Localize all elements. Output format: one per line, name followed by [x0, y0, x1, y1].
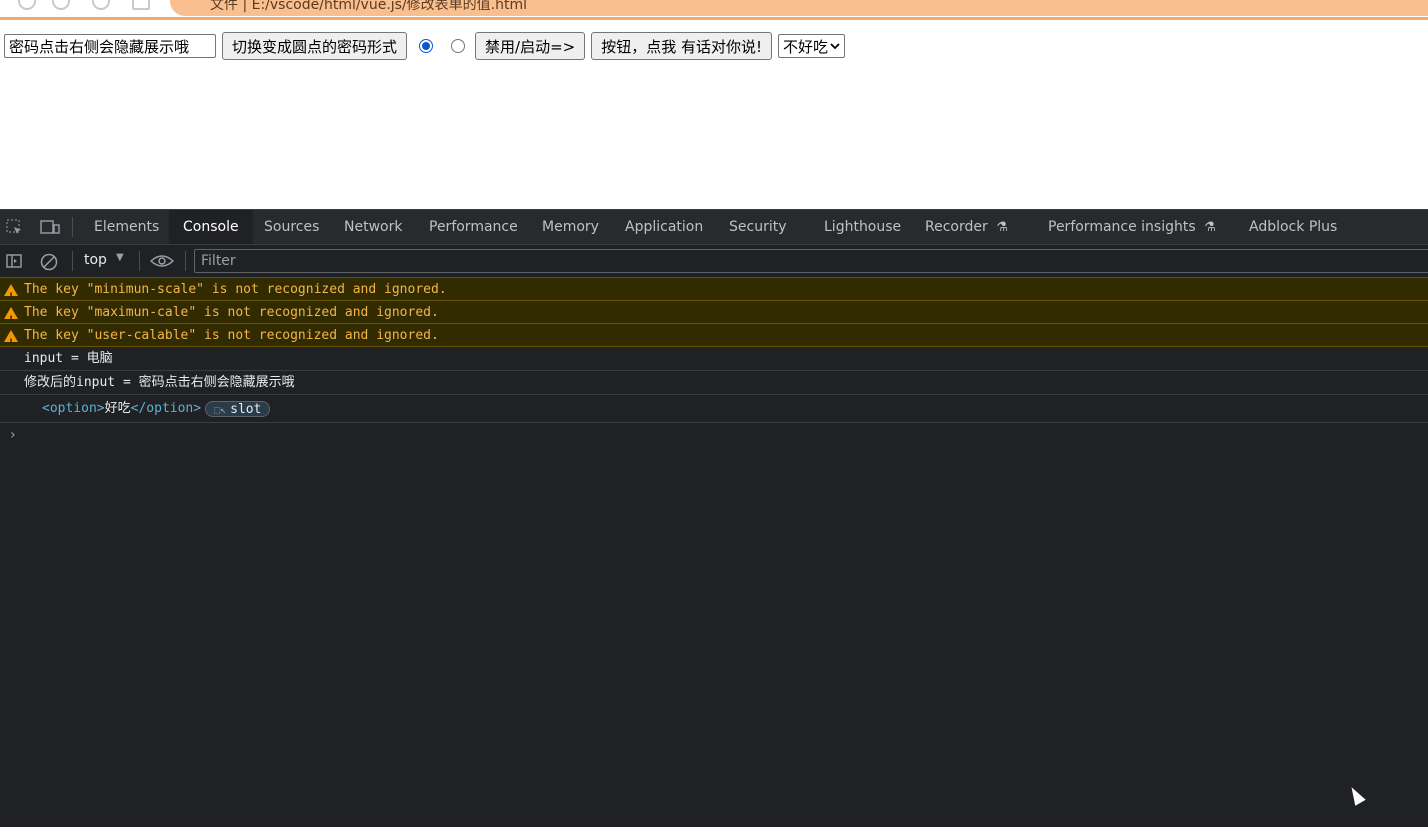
- warning-icon: [4, 284, 18, 309]
- tab-network[interactable]: Network: [344, 210, 402, 244]
- warning-text: The key "user-calable" is not recognized…: [24, 328, 439, 343]
- toolbar-separator: [72, 251, 73, 271]
- tab-memory[interactable]: Memory: [542, 210, 599, 244]
- chevron-down-icon: [830, 43, 840, 50]
- warning-icon: [4, 307, 18, 332]
- console-log: input = 电脑: [0, 347, 1428, 371]
- console-warning: The key "user-calable" is not recognized…: [0, 323, 1428, 355]
- tab-elements[interactable]: Elements: [94, 210, 159, 244]
- context-selector[interactable]: top: [84, 252, 107, 268]
- filter-input[interactable]: Filter: [194, 249, 1428, 273]
- tab-performance[interactable]: Performance: [429, 210, 518, 244]
- flask-icon: ⚗: [996, 220, 1008, 235]
- option-text: 好吃: [104, 401, 131, 416]
- select-value: 不好吃: [783, 37, 829, 56]
- password-input[interactable]: [4, 34, 216, 58]
- toolbar-separator: [185, 251, 186, 271]
- log-text: 修改后的input = 密码点击右侧会隐藏展示哦: [24, 375, 295, 390]
- address-bar[interactable]: 文件 | E:/vscode/html/vue.js/修改表单的值.html: [170, 0, 1428, 16]
- inspect-element-icon[interactable]: [6, 219, 22, 235]
- live-expression-eye-icon[interactable]: [150, 254, 174, 268]
- option-open-tag: <option>: [42, 401, 105, 416]
- tab-sources[interactable]: Sources: [264, 210, 319, 244]
- console-warning: The key "minimun-scale" is not recognize…: [0, 277, 1428, 309]
- reload-icon[interactable]: [92, 0, 110, 10]
- context-dropdown-icon[interactable]: ▼: [116, 252, 124, 263]
- browser-top-strip: 文件 | E:/vscode/html/vue.js/修改表单的值.html: [0, 0, 1428, 20]
- clear-console-icon[interactable]: [40, 253, 58, 271]
- console-prompt[interactable]: ›: [0, 423, 1428, 447]
- radio-option-2[interactable]: [451, 39, 466, 53]
- warning-text: The key "maximun-cale" is not recognized…: [24, 305, 439, 320]
- tab-separator: [72, 217, 73, 237]
- flask-icon: ⚗: [1204, 220, 1216, 235]
- console-warning: The key "maximun-cale" is not recognized…: [0, 300, 1428, 332]
- radio-option-1[interactable]: [419, 39, 434, 53]
- disable-enable-button[interactable]: 禁用/启动=>: [475, 32, 586, 60]
- slot-badge[interactable]: ⬚↖ slot: [205, 400, 271, 417]
- forward-icon[interactable]: [52, 0, 70, 10]
- sidebar-toggle-icon[interactable]: [6, 253, 22, 269]
- devtools-tab-bar: Elements Console Sources Network Perform…: [0, 210, 1428, 245]
- warning-text: The key "minimun-scale" is not recognize…: [24, 282, 447, 297]
- console-log: 修改后的input = 密码点击右侧会隐藏展示哦: [0, 371, 1428, 395]
- tab-recorder[interactable]: Recorder ⚗: [925, 210, 1008, 244]
- tab-adblock-plus[interactable]: Adblock Plus: [1249, 210, 1337, 244]
- tab-performance-insights[interactable]: Performance insights ⚗: [1048, 210, 1216, 244]
- log-text: input = 电脑: [24, 351, 113, 366]
- toolbar-separator: [139, 251, 140, 271]
- tab-console[interactable]: Console: [169, 210, 253, 244]
- address-text: 文件 | E:/vscode/html/vue.js/修改表单的值.html: [210, 0, 528, 13]
- home-icon[interactable]: [132, 0, 150, 10]
- taste-select[interactable]: 不好吃: [778, 34, 846, 58]
- console-element-log[interactable]: <option>好吃</option> ⬚↖ slot: [0, 395, 1428, 423]
- tab-lighthouse[interactable]: Lighthouse: [824, 210, 901, 244]
- slot-badge-label: slot: [230, 401, 262, 417]
- prompt-chevron-icon: ›: [10, 427, 16, 443]
- device-toolbar-icon[interactable]: [40, 219, 60, 235]
- page-content: 切换变成圆点的密码形式 禁用/启动=> 按钮，点我 有话对你说! 不好吃: [0, 20, 1428, 209]
- warning-icon: [4, 330, 18, 355]
- console-toolbar: top ▼ Filter: [0, 245, 1428, 278]
- devtools-panel: Elements Console Sources Network Perform…: [0, 209, 1428, 827]
- option-close-tag: </option>: [130, 401, 202, 416]
- tab-security[interactable]: Security: [729, 210, 787, 244]
- tab-recorder-label: Recorder: [925, 219, 988, 235]
- talk-button[interactable]: 按钮，点我 有话对你说!: [591, 32, 773, 60]
- back-icon[interactable]: [18, 0, 36, 10]
- tab-application[interactable]: Application: [625, 210, 703, 244]
- toggle-password-button[interactable]: 切换变成圆点的密码形式: [222, 32, 408, 60]
- form-controls: 切换变成圆点的密码形式 禁用/启动=> 按钮，点我 有话对你说! 不好吃: [4, 32, 846, 60]
- tab-performance-insights-label: Performance insights: [1048, 219, 1196, 235]
- reveal-icon: ⬚↖: [214, 404, 227, 416]
- console-messages: The key "minimun-scale" is not recognize…: [0, 277, 1428, 447]
